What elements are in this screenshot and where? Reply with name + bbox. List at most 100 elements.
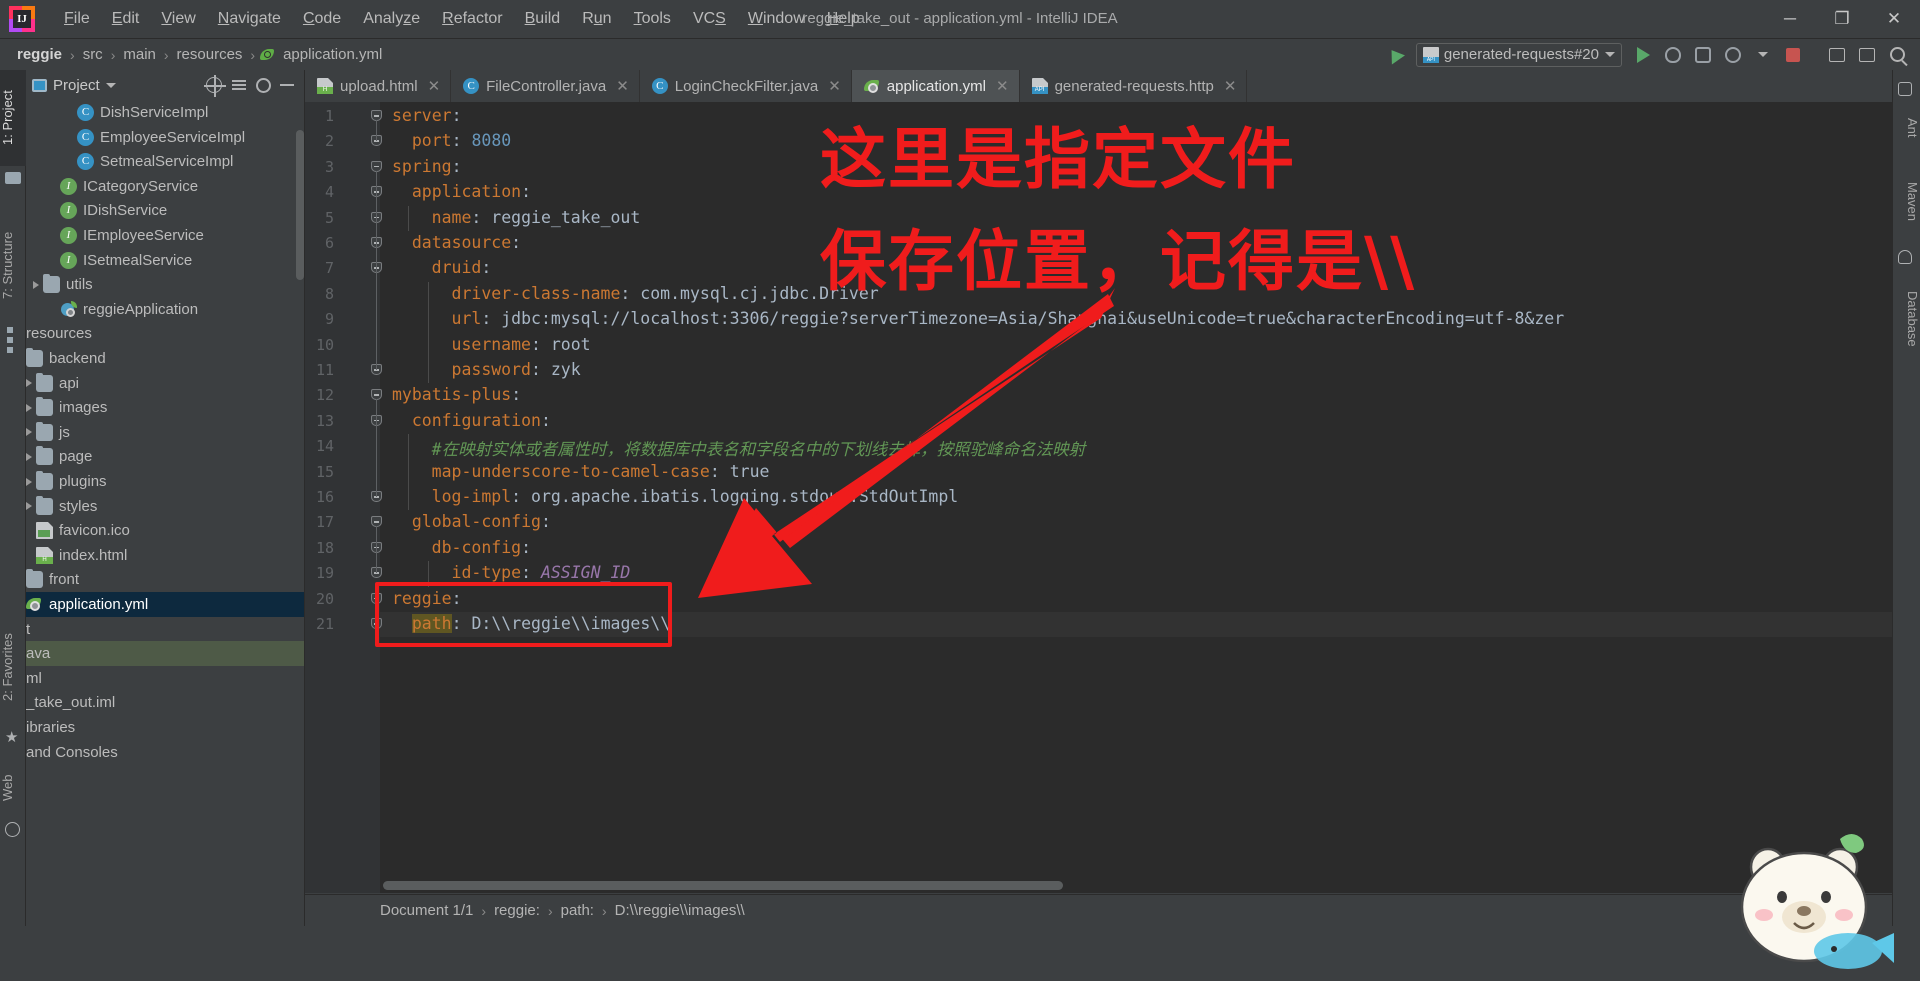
editor-gutter[interactable]: 1 2 3 4 5 6 7 8 9 10 11 12 13 14 15 16 17 18 19 20 21 [305,102,382,893]
breadcrumb-reggie-key[interactable]: reggie: [494,902,540,919]
code-line[interactable]: username: root [452,335,591,354]
tree-item-resources[interactable]: resources [26,321,304,346]
stop-button[interactable] [1778,41,1808,69]
project-tree-vertical-scrollbar[interactable] [296,130,304,280]
close-icon[interactable]: ✕ [428,77,441,95]
editor-tab-application-yml[interactable]: application.yml ✕ [851,70,1020,102]
tree-item-t[interactable]: t [26,617,304,642]
star-icon[interactable]: ★ [5,730,21,746]
code-line[interactable]: id-type: ASSIGN_ID [452,563,631,582]
tree-item-and-consoles[interactable]: and Consoles [26,740,304,765]
code-line[interactable]: name: reggie_take_out [432,208,641,227]
modules-icon[interactable] [5,325,21,353]
code-line[interactable]: map-underscore-to-camel-case: true [432,462,770,481]
tree-item-backend[interactable]: backend [26,346,304,371]
breadcrumb-application-yml[interactable]: application.yml [280,44,385,65]
run-configuration-selector[interactable]: generated-requests#20 [1415,42,1622,67]
run-with-coverage-button[interactable] [1688,41,1718,69]
code-line[interactable]: server: [392,106,462,125]
code-line[interactable]: application: [412,182,531,201]
hide-panel-icon[interactable] [280,84,294,86]
git-log-icon[interactable] [1822,41,1852,69]
breadcrumb-main[interactable]: main [120,44,159,65]
code-line[interactable]: #在映射实体或者属性时，将数据库中表名和字段名中的下划线去掉，按照驼峰命名法映射 [432,436,1085,460]
menu-help[interactable]: Help [816,6,871,32]
menu-vcs[interactable]: VCS [682,6,737,32]
tool-tab-favorites[interactable]: 2: Favorites [0,608,26,726]
tree-item-idishservice[interactable]: I IDishService [26,198,304,223]
tree-item-index-html[interactable]: Hindex.html [26,543,304,568]
tree-item-ava[interactable]: ava [26,641,304,667]
scroll-from-source-icon[interactable] [204,75,226,97]
debug-button[interactable] [1658,41,1688,69]
tree-item-ibraries[interactable]: ibraries [26,715,304,740]
editor-tab-generated-requests-http[interactable]: API generated-requests.http ✕ [1020,70,1248,102]
globe-icon[interactable] [5,822,21,838]
collapse-all-icon[interactable] [231,77,247,93]
code-line[interactable]: spring: [392,157,462,176]
code-line[interactable]: port: 8080 [412,131,511,150]
menu-view[interactable]: View [150,6,206,32]
tool-tab-structure[interactable]: 7: Structure [0,210,26,320]
maximize-button[interactable]: ❐ [1816,0,1868,38]
ant-icon[interactable] [1898,82,1914,98]
tree-item-ml[interactable]: ml [26,666,304,691]
tree-item-reggieapplication[interactable]: reggieApplication [26,297,304,322]
tree-item-js[interactable]: js [26,420,304,445]
close-button[interactable]: ✕ [1868,0,1920,38]
close-icon[interactable]: ✕ [996,77,1009,95]
minimize-button[interactable]: ─ [1764,0,1816,38]
close-icon[interactable]: ✕ [828,77,841,95]
menu-run[interactable]: Run [571,6,622,32]
code-line[interactable]: druid: [432,258,492,277]
code-line[interactable]: configuration: [412,411,551,430]
breadcrumb-src[interactable]: src [80,44,106,65]
tree-item-plugins[interactable]: plugins [26,469,304,494]
tree-item-isetmealservice[interactable]: I ISetmealService [26,248,304,273]
code-line[interactable]: db-config: [432,538,531,557]
run-button[interactable] [1628,41,1658,69]
menu-refactor[interactable]: Refactor [431,6,513,32]
code-line[interactable]: global-config: [412,512,551,531]
chevron-down-icon[interactable] [105,82,116,88]
chevron-right-icon[interactable] [33,280,39,289]
tree-item-styles[interactable]: styles [26,494,304,519]
chevron-right-icon[interactable] [26,379,32,388]
editor-tab-filecontroller-java[interactable]: C FileController.java ✕ [451,70,640,102]
tool-tab-ant[interactable]: Ant [1892,106,1920,150]
project-tree[interactable]: C DishServiceImpl C EmployeeServiceImpl C Set… [26,100,304,981]
tree-item-front[interactable]: front [26,567,304,592]
tree-item-api[interactable]: api [26,371,304,396]
tool-tab-maven[interactable]: Maven [1892,160,1920,244]
tree-item-take-out-iml[interactable]: _take_out.iml [26,690,304,715]
code-line[interactable]: driver-class-name: com.mysql.cj.jdbc.Dri… [452,284,879,303]
breadcrumb-path-value[interactable]: D:\\reggie\\images\\ [615,902,745,919]
menu-analyze[interactable]: Analyze [352,6,431,32]
search-icon[interactable] [1882,41,1912,69]
code-line[interactable]: mybatis-plus: [392,385,521,404]
editor-horizontal-scrollbar[interactable] [383,881,1063,890]
breadcrumb-path-key[interactable]: path: [561,902,594,919]
tree-item-application-yml[interactable]: application.yml [26,592,304,617]
tree-item-favicon-ico[interactable]: favicon.ico [26,518,304,543]
menu-window[interactable]: Window [737,6,816,32]
menu-navigate[interactable]: Navigate [207,6,292,32]
profiler-dropdown-icon[interactable] [1748,41,1778,69]
folder-icon[interactable] [5,170,21,186]
editor-tab-upload-html[interactable]: Hupload.html ✕ [305,70,452,102]
breadcrumb-resources[interactable]: resources [174,44,246,65]
code-line[interactable]: log-impl: org.apache.ibatis.logging.stdo… [432,487,959,506]
code-line[interactable]: datasource: [412,233,521,252]
tree-item-utils[interactable]: utils [26,272,304,297]
chevron-right-icon[interactable] [26,502,32,511]
menu-build[interactable]: Build [514,6,572,32]
chevron-right-icon[interactable] [26,428,32,437]
close-icon[interactable]: ✕ [1224,77,1237,95]
settings-icon[interactable] [1852,41,1882,69]
database-icon[interactable] [1898,250,1914,266]
editor-tab-logincheckfilter-java[interactable]: C LoginCheckFilter.java ✕ [640,70,852,102]
tree-item-iemployeeservice[interactable]: I IEmployeeService [26,223,304,248]
tree-item-setmealserviceimpl[interactable]: C SetmealServiceImpl [26,149,304,174]
tree-item-employeeserviceimpl[interactable]: C EmployeeServiceImpl [26,125,304,150]
breadcrumb-reggie[interactable]: reggie [14,44,65,65]
